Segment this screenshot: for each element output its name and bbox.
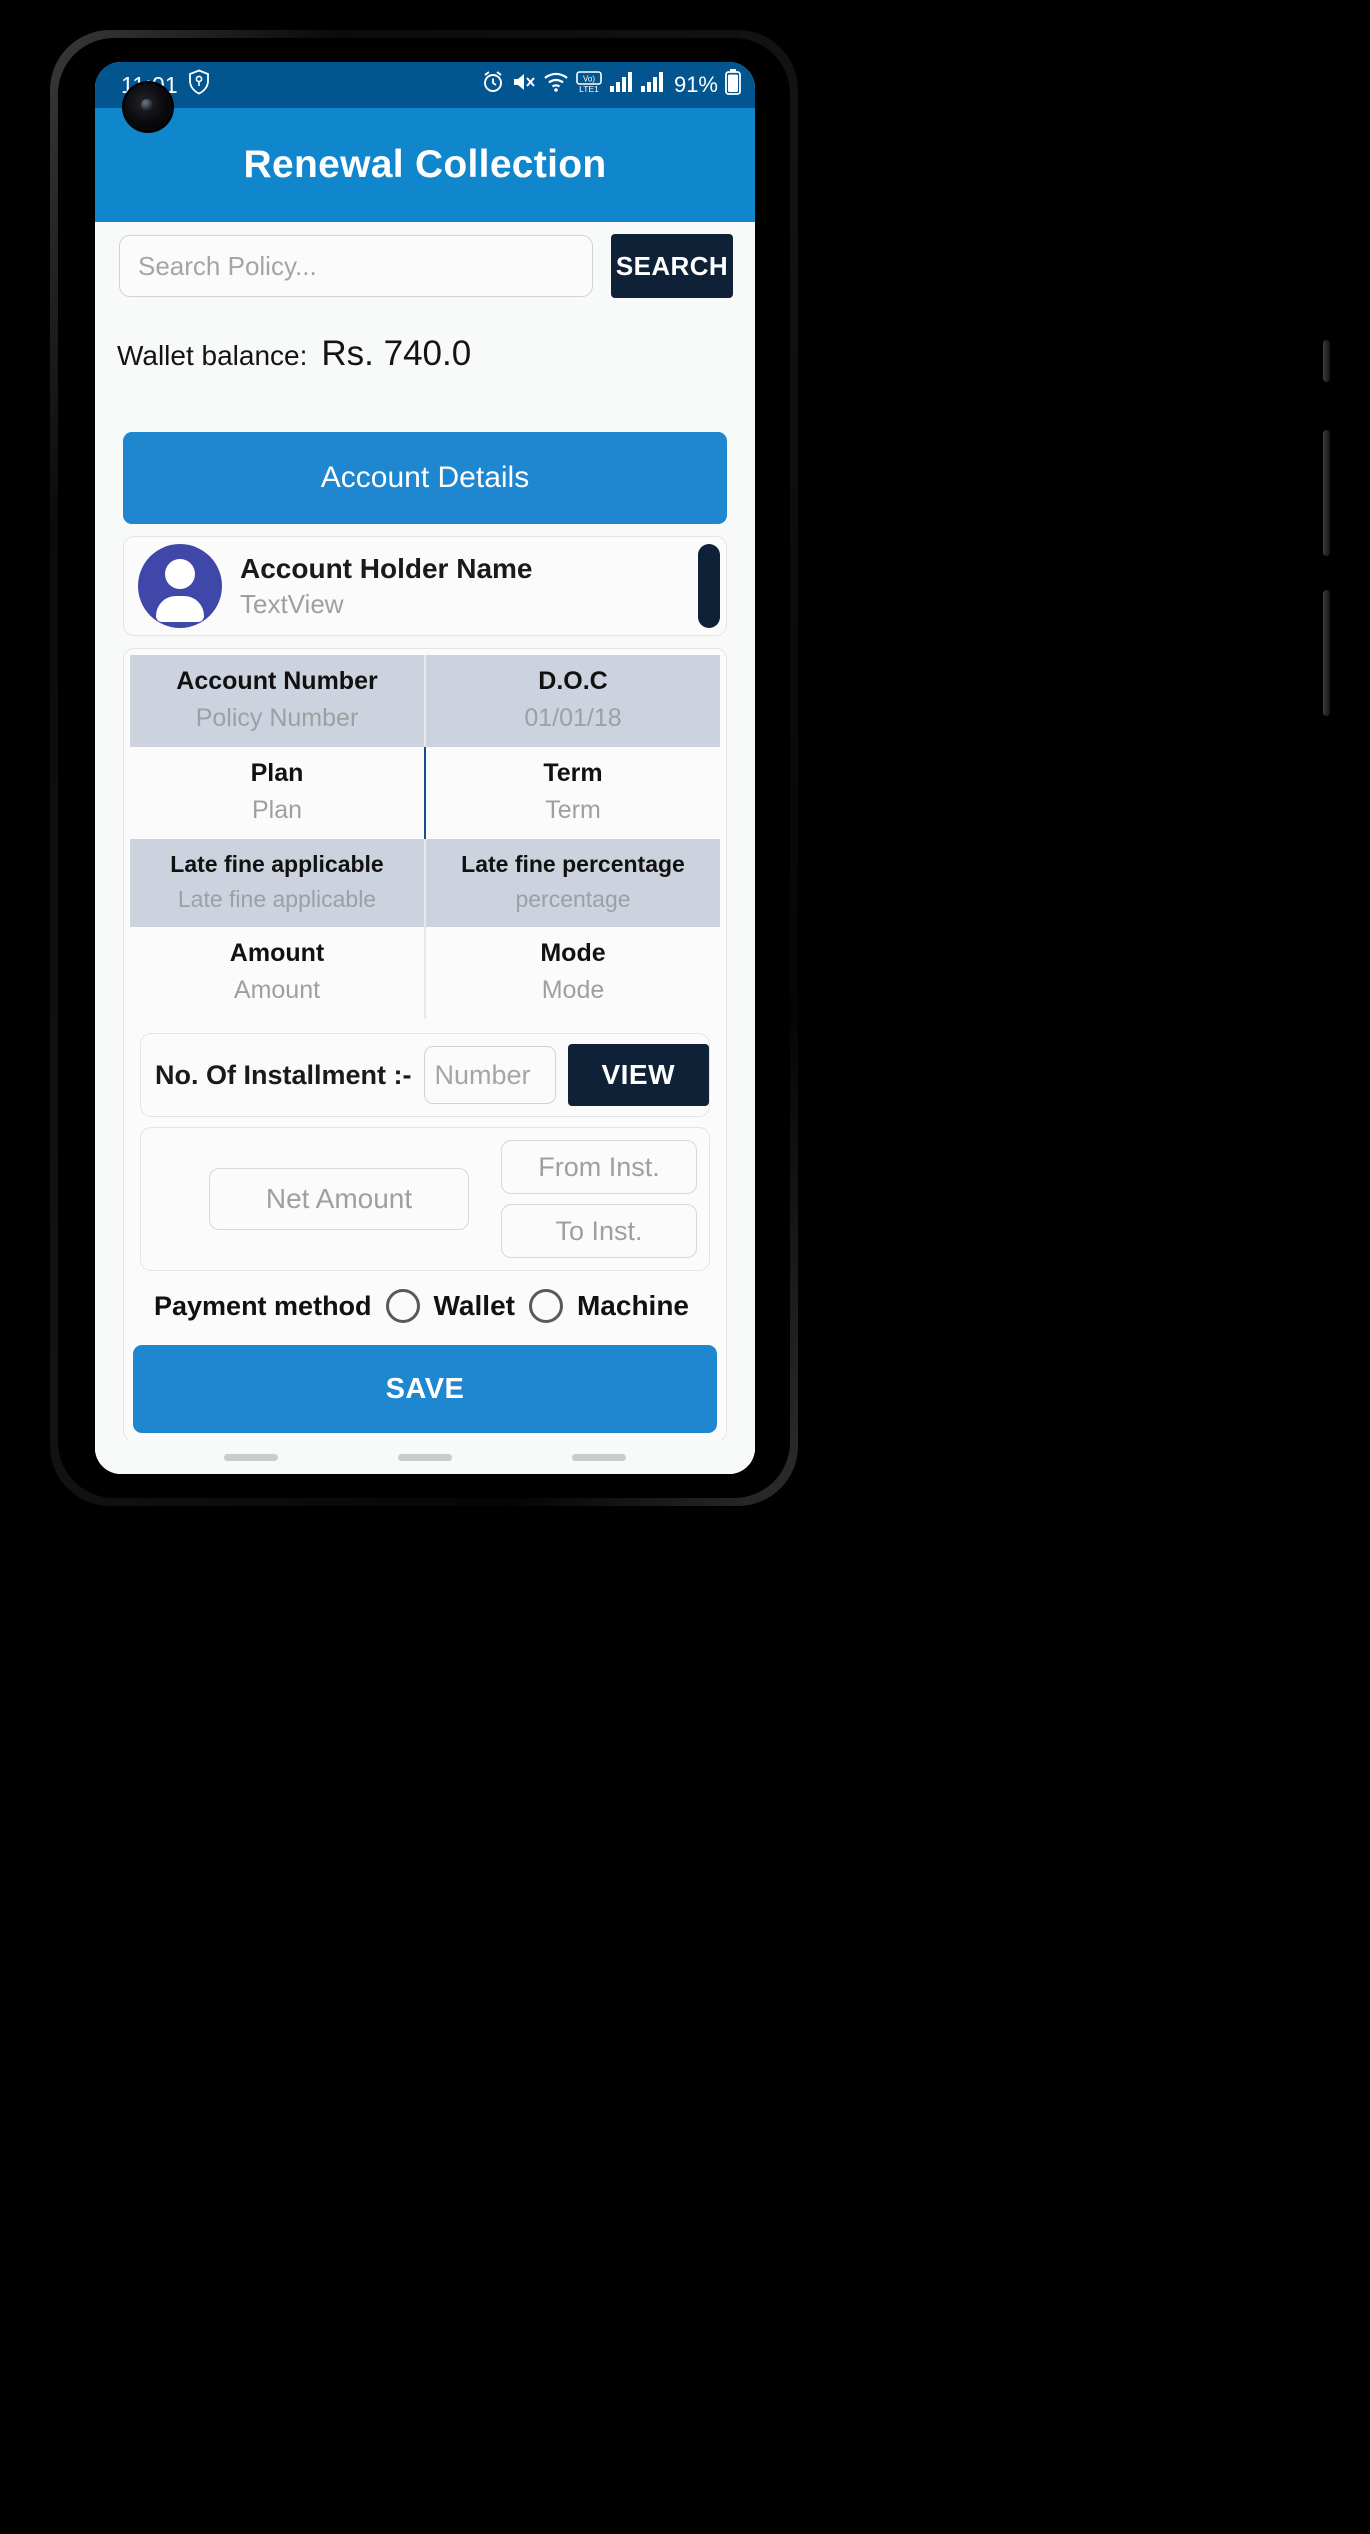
cell-term: Term Term	[426, 747, 720, 839]
avatar-body	[156, 596, 204, 622]
phone-volume-down-button[interactable]	[1323, 590, 1330, 716]
cell-label: Late fine applicable	[170, 851, 384, 877]
cell-account-number: Account Number Policy Number	[130, 655, 424, 747]
cell-value: Late fine applicable	[177, 886, 377, 912]
phone-volume-up-button[interactable]	[1323, 430, 1330, 556]
cell-label: Account Number	[176, 667, 378, 695]
cell-label: Mode	[540, 939, 606, 967]
wifi-icon	[543, 71, 569, 99]
table-row: Account Number Policy Number D.O.C 01/01…	[130, 655, 720, 747]
battery-percent-label: 91%	[673, 72, 718, 97]
volte-icon: Vo) LTE1	[576, 70, 602, 100]
search-input[interactable]	[119, 235, 593, 297]
svg-text:LTE1: LTE1	[579, 84, 599, 94]
search-button[interactable]: SEARCH	[611, 234, 733, 298]
from-installment-input[interactable]	[501, 1140, 697, 1194]
table-row: Late fine applicable Late fine applicabl…	[130, 839, 720, 927]
account-holder-name: Account Holder Name	[240, 552, 533, 584]
mute-icon	[512, 71, 536, 99]
cell-amount: Amount Amount	[130, 927, 424, 1019]
cell-mode: Mode Mode	[426, 927, 720, 1019]
cell-doc: D.O.C 01/01/18	[426, 655, 720, 747]
save-button[interactable]: SAVE	[133, 1345, 717, 1433]
net-amount-input[interactable]	[209, 1168, 469, 1230]
android-navigation-bar	[95, 1440, 755, 1474]
svg-text:Vo): Vo)	[583, 75, 595, 84]
installment-range-column	[501, 1140, 697, 1258]
cell-late-fine-percentage: Late fine percentage percentage	[426, 839, 720, 927]
cell-label: Late fine percentage	[461, 851, 685, 877]
installment-label: No. Of Installment :-	[155, 1059, 412, 1090]
radio-wallet-label[interactable]: Wallet	[434, 1290, 515, 1322]
cell-value: Term	[545, 796, 601, 824]
view-button[interactable]: VIEW	[567, 1044, 709, 1106]
wallet-balance-value: Rs. 740.0	[321, 334, 472, 373]
installment-row: No. Of Installment :- VIEW	[140, 1033, 710, 1117]
wallet-balance-label: Wallet balance:	[117, 340, 308, 371]
to-installment-input[interactable]	[501, 1204, 697, 1258]
shield-key-icon	[188, 69, 210, 101]
battery-icon	[725, 69, 741, 101]
account-holder-subtitle: TextView	[240, 588, 344, 619]
cell-value: Policy Number	[195, 704, 359, 732]
app-bar: Renewal Collection	[95, 108, 755, 222]
account-holder-text: Account Holder Name TextView	[222, 553, 533, 620]
status-bar: 11:01 Vo)LTE1	[95, 62, 755, 108]
phone-screen: 11:01 Vo)LTE1	[95, 62, 755, 1474]
cell-plan: Plan Plan	[130, 747, 424, 839]
table-row: Amount Amount Mode Mode	[130, 927, 720, 1019]
wallet-balance-row: Wallet balance: Rs. 740.0	[95, 298, 755, 374]
search-row: SEARCH	[95, 222, 755, 298]
cell-value: 01/01/18	[524, 704, 622, 732]
phone-side-button-top[interactable]	[1323, 340, 1330, 382]
cell-value: percentage	[515, 886, 631, 912]
signal-2-icon	[640, 71, 664, 99]
front-camera-icon	[125, 84, 171, 130]
radio-machine-label[interactable]: Machine	[577, 1290, 689, 1322]
status-bar-right: Vo) LTE1 91%	[481, 69, 741, 101]
installment-number-input[interactable]	[423, 1046, 556, 1104]
avatar-head	[165, 559, 195, 589]
cell-value: Mode	[541, 976, 605, 1004]
avatar-person-icon	[138, 544, 222, 628]
cell-value: Plan	[251, 796, 303, 824]
cell-label: Amount	[229, 939, 325, 967]
alarm-icon	[481, 70, 505, 100]
nav-home-button[interactable]	[398, 1453, 452, 1461]
table-row: Plan Plan Term Term	[130, 747, 720, 839]
cell-label: Term	[543, 759, 603, 787]
account-details-table: Account Number Policy Number D.O.C 01/01…	[123, 648, 727, 1442]
account-details-button[interactable]: Account Details	[123, 432, 727, 524]
signal-icon	[609, 71, 633, 99]
nav-recents-button[interactable]	[224, 1453, 278, 1461]
radio-wallet[interactable]	[385, 1289, 420, 1323]
radio-machine[interactable]	[528, 1289, 563, 1323]
cell-late-fine-applicable: Late fine applicable Late fine applicabl…	[130, 839, 424, 927]
screenshot-stage: 11:01 Vo)LTE1	[0, 0, 1370, 2534]
nav-back-button[interactable]	[572, 1453, 626, 1461]
cell-value: Amount	[233, 976, 321, 1004]
account-holder-card[interactable]: Account Holder Name TextView	[123, 536, 727, 636]
payment-method-row: Payment method Wallet Machine	[140, 1271, 710, 1323]
main-content: SEARCH Wallet balance: Rs. 740.0 Account…	[95, 222, 755, 1474]
amount-row	[140, 1127, 710, 1271]
cell-label: D.O.C	[538, 667, 608, 695]
payment-method-label: Payment method	[154, 1290, 372, 1321]
cell-label: Plan	[250, 759, 304, 787]
page-title: Renewal Collection	[243, 143, 607, 186]
scrollbar-thumb[interactable]	[698, 544, 720, 628]
